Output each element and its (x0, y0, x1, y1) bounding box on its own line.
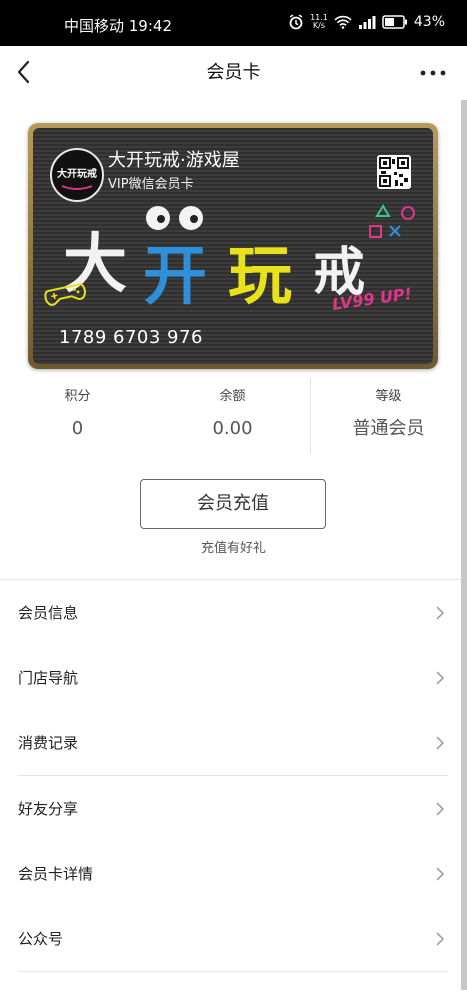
battery-percent: 43% (413, 14, 445, 30)
stat-value: 0 (71, 418, 84, 439)
menu-label: 好友分享 (18, 800, 79, 818)
art-char-2: 开 (143, 240, 207, 314)
status-icons: 11.1 K/s 43% (288, 14, 445, 30)
stat-label: 等级 (375, 389, 402, 404)
card-type: VIP微信会员卡 (108, 177, 194, 192)
battery-icon (382, 15, 407, 29)
nav-bar: 会员卡 (0, 46, 467, 100)
chevron-right-icon (436, 802, 445, 816)
menu-label: 门店导航 (18, 669, 79, 687)
chevron-right-icon (436, 932, 445, 946)
card-face: 大开玩戒 大开玩戒·游戏屋 VIP微信会员卡 大 开 玩 戒 LV99 UP! … (33, 128, 433, 364)
menu-item-official-account[interactable]: 公众号 (18, 906, 449, 972)
network-speed: 11.1 K/s (310, 13, 328, 30)
qr-code-icon[interactable] (377, 155, 411, 189)
menu-label: 消费记录 (18, 734, 79, 752)
page-title: 会员卡 (206, 62, 261, 83)
stat-value: 普通会员 (352, 418, 425, 439)
stat-label: 余额 (219, 389, 246, 404)
stat-level[interactable]: 等级 普通会员 (311, 378, 466, 440)
card-artwork: 大 开 玩 戒 LV99 UP! (44, 204, 415, 314)
card-number: 1789 6703 976 (59, 327, 203, 348)
chevron-right-icon (436, 671, 445, 685)
menu-item-member-info[interactable]: 会员信息 (18, 580, 449, 646)
menu-label: 公众号 (18, 930, 64, 948)
alarm-icon (289, 14, 303, 30)
stat-points[interactable]: 积分 0 (0, 378, 155, 440)
logo-text: 大开玩戒 (57, 167, 97, 180)
member-stats: 积分 0 余额 0.00 等级 普通会员 (0, 378, 467, 456)
chevron-right-icon (436, 736, 445, 750)
cartoon-eyes-icon (146, 206, 203, 230)
stat-value: 0.00 (212, 418, 253, 439)
menu-label: 会员信息 (18, 604, 79, 622)
status-bar: 中国移动 19:42 11.1 K/s 43% (0, 0, 467, 46)
art-char-3: 玩 (228, 240, 292, 314)
menu-divider (18, 971, 448, 972)
stat-balance[interactable]: 余额 0.00 (155, 378, 310, 440)
store-logo: 大开玩戒 (50, 148, 104, 202)
wifi-icon (334, 15, 352, 29)
chevron-right-icon (436, 606, 445, 620)
recharge-tip: 充值有好礼 (200, 541, 266, 556)
menu-item-store-navigation[interactable]: 门店导航 (18, 645, 449, 711)
carrier-time: 中国移动 19:42 (64, 17, 172, 35)
recharge-button[interactable]: 会员充值 (140, 479, 326, 529)
chevron-right-icon (436, 867, 445, 881)
menu-item-card-details[interactable]: 会员卡详情 (18, 841, 449, 907)
membership-card[interactable]: 大开玩戒 大开玩戒·游戏屋 VIP微信会员卡 大 开 玩 戒 LV99 UP! … (28, 123, 438, 369)
menu-item-consumption-records[interactable]: 消费记录 (18, 710, 449, 776)
more-icon[interactable] (419, 60, 447, 86)
store-name: 大开玩戒·游戏屋 (108, 150, 240, 171)
stat-label: 积分 (64, 389, 91, 404)
signal-icon (358, 16, 376, 29)
menu-label: 会员卡详情 (18, 865, 94, 883)
game-symbols-icon (369, 204, 415, 238)
menu-item-share-friends[interactable]: 好友分享 (18, 776, 449, 842)
art-char-1: 大 (63, 228, 127, 302)
